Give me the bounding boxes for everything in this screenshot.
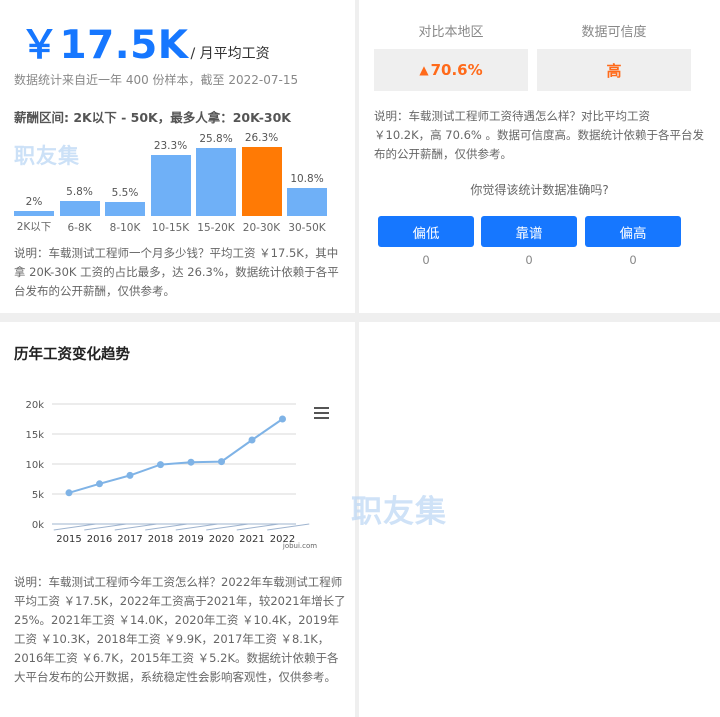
region-compare-value: 70.6% xyxy=(430,61,483,79)
average-salary: ￥17.5K / 月平均工资 xyxy=(20,14,270,70)
x-tick-label: 2017 xyxy=(117,534,142,545)
trust-label: 数据可信度 xyxy=(581,25,647,40)
comparison-card: 对比本地区 数据可信度 ▲ 70.6% 高 说明：车载测试工程师工资待遇怎么样？对… xyxy=(359,0,720,313)
salary-range: 薪酬区间: 2K以下 - 50K，最多人拿：20K-30K xyxy=(14,110,291,125)
trend-point xyxy=(96,480,103,488)
trend-point xyxy=(65,489,73,497)
sample-note: 数据统计来自近一年 400 份样本，截至 2022-07-15 xyxy=(14,73,299,87)
salary-bar-group: 26.3% 20-30K xyxy=(241,128,282,238)
salary-bar-label: 30-50K xyxy=(288,222,326,234)
salary-distribution-chart: 2% 2K以下 5.8% 6-8K 5.5% 8-10K 23.3% 10-15K 25.8% 1… xyxy=(0,128,355,238)
salary-bar-percent: 5.5% xyxy=(111,186,139,199)
salary-bar-group: 23.3% 10-15K xyxy=(150,128,191,238)
y-tick-label: 0k xyxy=(32,520,44,531)
salary-overview-card: ￥17.5K / 月平均工资 数据统计来自近一年 400 份样本，截至 2022-… xyxy=(0,0,355,313)
trend-point xyxy=(126,471,134,479)
region-compare-box: ▲ 70.6% xyxy=(374,49,528,91)
vote-reliable-button[interactable]: 靠谱 xyxy=(481,216,577,247)
salary-bar xyxy=(241,147,282,216)
chart-credit: jobui.com xyxy=(282,542,317,550)
salary-bar xyxy=(196,148,236,216)
comparison-explanation: 说明：车载测试工程师工资待遇怎么样？对比平均工资 ￥10.2K，高 70.6% … xyxy=(374,109,704,161)
salary-bar xyxy=(105,201,145,216)
vote-high-button[interactable]: 偏高 xyxy=(585,216,681,247)
y-tick-label: 10k xyxy=(25,460,44,471)
x-tick-label: 2015 xyxy=(56,534,81,545)
vote-high-count: 0 xyxy=(629,253,637,267)
y-tick-label: 15k xyxy=(25,430,44,441)
salary-trend-chart: 0k 5k 10k 15k 20k 2015 2016 2017 2018 2019 2020 202… xyxy=(25,400,317,550)
salary-bar-group: 5.8% 6-8K xyxy=(59,128,100,238)
arrow-up-icon: ▲ xyxy=(419,63,429,77)
trend-point xyxy=(248,436,256,444)
average-salary-unit: / 月平均工资 xyxy=(190,46,270,62)
vote-low-button[interactable]: 偏低 xyxy=(378,216,474,247)
trend-point xyxy=(157,461,164,469)
trust-value: 高 xyxy=(606,61,622,80)
x-tick-label: 2021 xyxy=(239,534,264,545)
y-tick-label: 20k xyxy=(25,400,44,411)
salary-bar-percent: 26.3% xyxy=(244,132,279,144)
salary-bar xyxy=(59,200,100,216)
vote-reliable-count: 0 xyxy=(525,253,533,267)
region-compare-label: 对比本地区 xyxy=(418,25,484,40)
salary-bar-group: 2% 2K以下 xyxy=(14,128,54,238)
trend-point xyxy=(279,415,286,423)
salary-bar xyxy=(287,187,327,216)
salary-bar-percent: 10.8% xyxy=(290,172,324,185)
x-tick-label: 2020 xyxy=(209,534,234,545)
x-tick-label: 2016 xyxy=(87,534,112,545)
watermark-large: 职友集 xyxy=(351,494,447,530)
average-salary-value: ￥17.5K xyxy=(20,23,189,68)
salary-bar-group: 25.8% 15-20K xyxy=(196,128,236,238)
accuracy-question: 你觉得该统计数据准确吗? xyxy=(470,183,609,197)
y-tick-label: 5k xyxy=(32,490,44,501)
trend-point xyxy=(218,458,225,466)
salary-bar xyxy=(150,154,191,216)
salary-bar xyxy=(14,210,54,216)
salary-explanation: 说明：车载测试工程师一个月多少钱？平均工资 ￥17.5K，其中拿 20K-30K… xyxy=(14,246,339,298)
salary-bar-group: 10.8% 30-50K xyxy=(287,128,327,238)
trend-explanation: 说明：车载测试工程师今年工资怎么样？2022年车载测试工程师平均工资 ￥17.5… xyxy=(14,575,346,684)
salary-bar-group: 5.5% 8-10K xyxy=(105,128,145,238)
x-tick-label: 2019 xyxy=(178,534,203,545)
x-tick-label: 2018 xyxy=(148,534,173,545)
vote-low-count: 0 xyxy=(422,253,430,267)
trust-box: 高 xyxy=(537,49,691,91)
trend-title: 历年工资变化趋势 xyxy=(14,347,130,363)
trend-point xyxy=(187,458,195,466)
